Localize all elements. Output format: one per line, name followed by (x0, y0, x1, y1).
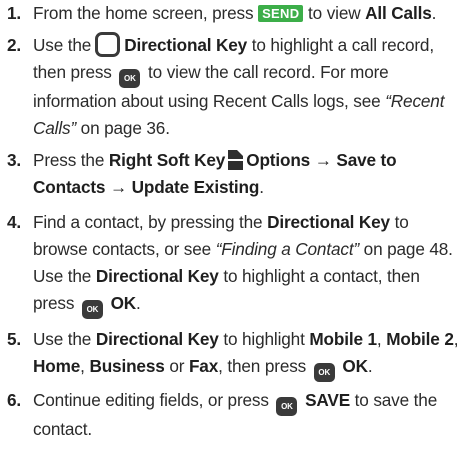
text-run: Press the (33, 150, 105, 170)
bold-term: Mobile 1 (309, 329, 377, 349)
step-3: 3. Press the Right Soft Key Options → Sav… (0, 147, 462, 201)
step-text: Use the Directional Key to highlight Mob… (33, 326, 462, 382)
step-number: 1. (7, 3, 22, 23)
step-number: 4. (7, 212, 22, 232)
text-run: to highlight (223, 329, 305, 349)
bold-term: Directional Key (95, 266, 219, 286)
bold-term: All Calls (365, 3, 432, 23)
text-run: From the home screen, press (33, 3, 254, 23)
step-1: 1. From the home screen, press SEND to v… (0, 0, 462, 27)
text-run: Use the (33, 35, 92, 55)
step-text: Continue editing fields, or press OK SAV… (33, 387, 462, 443)
text-run: or (169, 356, 185, 376)
step-4: 4. Find a contact, by pressing the Direc… (0, 209, 462, 319)
bold-term: Directional Key (124, 35, 248, 55)
step-6: 6. Continue editing fields, or press OK … (0, 387, 462, 443)
text-run: Use the (33, 329, 92, 349)
bold-term: OK (342, 356, 368, 376)
step-5: 5. Use the Directional Key to highlight … (0, 326, 462, 382)
text-run: , (376, 329, 382, 349)
text-run: . (136, 293, 141, 313)
ok-key-icon: OK (313, 363, 335, 382)
text-run: on page 36. (80, 118, 170, 138)
text-run: . (367, 356, 373, 376)
text-run: , (80, 356, 85, 376)
ok-key-icon: OK (276, 397, 298, 416)
step-text: Find a contact, by pressing the Directio… (33, 209, 462, 319)
bold-term: Home (33, 356, 81, 376)
bold-term: Fax (188, 356, 219, 376)
bold-term: Directional Key (267, 212, 390, 232)
text-run: . (259, 177, 264, 197)
instructions-page: 1. From the home screen, press SEND to v… (0, 0, 471, 449)
bold-term: OK (110, 293, 137, 313)
bold-term: Business (89, 356, 165, 376)
text-run: . (431, 3, 437, 23)
ok-key-icon: OK (119, 69, 141, 88)
bold-term: Directional Key (95, 329, 219, 349)
cross-reference: “Finding a Contact” (215, 239, 360, 259)
step-number: 5. (7, 329, 22, 349)
directional-key-icon (95, 32, 121, 57)
step-number: 3. (7, 150, 22, 170)
step-text: Use the Directional Key to highlight a ca… (33, 32, 462, 142)
text-run: , (453, 329, 459, 349)
bold-term: SAVE (305, 390, 351, 410)
bold-term: Right Soft Key (108, 150, 226, 170)
step-text: Press the Right Soft Key Options → Save t… (33, 147, 462, 201)
step-number: 6. (7, 390, 22, 410)
text-run: , then press (218, 356, 307, 376)
right-soft-key-icon (228, 150, 244, 170)
ok-key-icon: OK (81, 300, 103, 319)
step-number: 2. (7, 35, 22, 55)
text-run: to view (308, 3, 361, 23)
step-2: 2. Use the Directional Key to highlight a… (0, 32, 462, 142)
send-key-icon: SEND (258, 5, 304, 22)
text-run: Find a contact, by pressing the (33, 212, 263, 232)
text-run: Continue editing fields, or press (33, 390, 269, 410)
step-text: From the home screen, press SEND to view… (33, 0, 462, 27)
bold-term: Mobile 2 (386, 329, 454, 349)
